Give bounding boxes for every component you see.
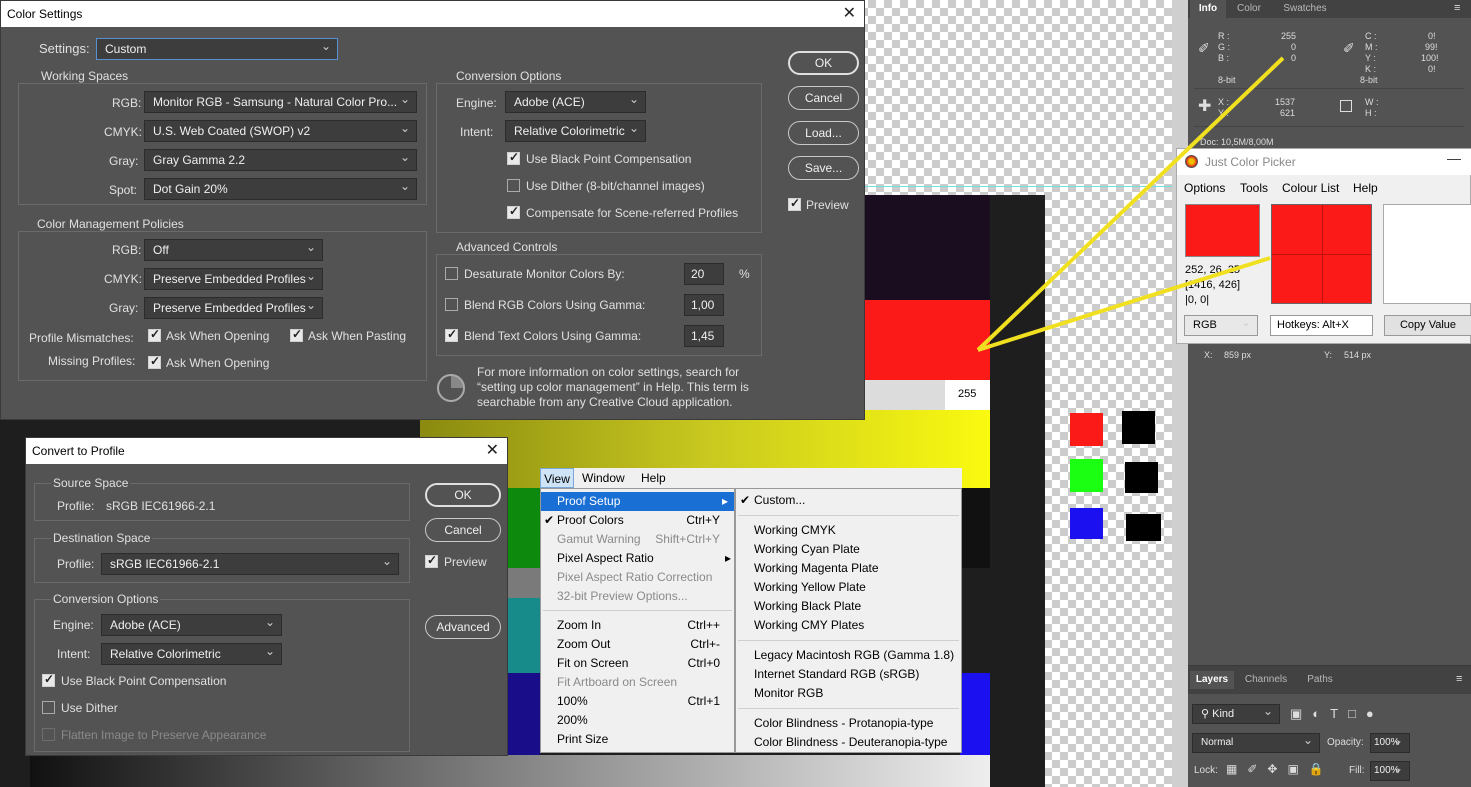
yellow-arrow-annotation: [976, 56, 1285, 352]
